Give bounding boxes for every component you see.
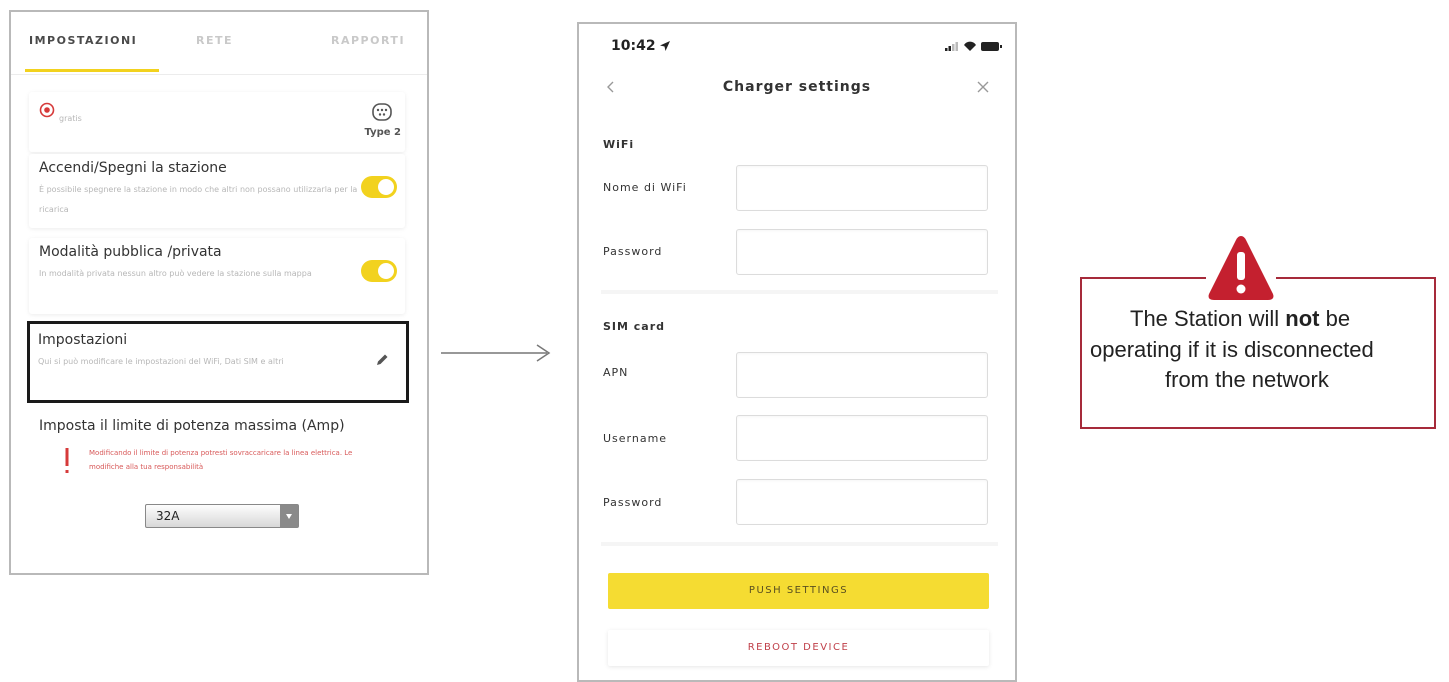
close-icon[interactable] — [976, 80, 990, 94]
tab-rete[interactable]: RETE — [196, 34, 233, 47]
station-toggle-card: Accendi/Spegni la stazione È possibile s… — [29, 154, 405, 228]
public-private-description: In modalità privata nessun altro può ved… — [39, 269, 312, 278]
public-private-card: Modalità pubblica /privata In modalità p… — [29, 238, 405, 314]
select-arrow-icon — [280, 505, 298, 527]
connector-type-label: Type 2 — [364, 127, 401, 138]
section-divider — [601, 290, 998, 294]
amp-select[interactable]: 32A — [145, 504, 299, 528]
screen-title: Charger settings — [722, 79, 872, 95]
station-toggle-description: È possibile spegnere la stazione in modo… — [39, 185, 358, 214]
connector-status-icon — [39, 102, 55, 118]
power-limit-section: Imposta il limite di potenza massima (Am… — [29, 408, 405, 548]
username-input[interactable] — [736, 415, 988, 461]
status-icons — [945, 41, 1002, 51]
sim-section-title: SIM card — [603, 320, 666, 333]
sim-password-label: Password — [603, 496, 663, 509]
warning-triangle-icon — [1206, 236, 1276, 300]
sim-password-input[interactable] — [736, 479, 988, 525]
status-time: 10:42 — [611, 38, 656, 54]
charger-settings-screen: 10:42 Charger settings WiFi Nome di WiFi… — [577, 22, 1017, 682]
wifi-password-input[interactable] — [736, 229, 988, 275]
wifi-name-label: Nome di WiFi — [603, 181, 687, 194]
settings-item[interactable]: Impostazioni Qui si può modificare le im… — [27, 321, 409, 403]
power-limit-warning: Modificando il limite di potenza potrest… — [89, 449, 353, 471]
wifi-password-label: Password — [603, 245, 663, 258]
username-label: Username — [603, 432, 668, 445]
location-arrow-icon — [660, 41, 670, 51]
public-private-title: Modalità pubblica /privata — [39, 244, 222, 260]
station-toggle-switch[interactable] — [361, 176, 397, 198]
active-tab-indicator — [25, 69, 159, 72]
apn-label: APN — [603, 366, 629, 379]
tab-impostazioni[interactable]: IMPOSTAZIONI — [29, 34, 137, 47]
exclamation-icon — [65, 448, 69, 473]
wifi-name-input[interactable] — [736, 165, 988, 211]
connector-card: gratis Type 2 — [29, 92, 405, 152]
pencil-icon — [377, 354, 388, 365]
tab-rapporti[interactable]: RAPPORTI — [331, 34, 405, 47]
tab-bar: IMPOSTAZIONI RETE RAPPORTI — [11, 12, 427, 75]
app-settings-screen: IMPOSTAZIONI RETE RAPPORTI gratis Type 2… — [9, 10, 429, 575]
station-toggle-title: Accendi/Spegni la stazione — [39, 160, 227, 176]
right-arrow-icon — [441, 344, 551, 362]
power-limit-title: Imposta il limite di potenza massima (Am… — [39, 418, 345, 434]
amp-select-value: 32A — [156, 509, 180, 523]
settings-item-description: Qui si può modificare le impostazioni de… — [38, 357, 284, 366]
apn-input[interactable] — [736, 352, 988, 398]
type2-connector-icon — [372, 103, 392, 121]
warning-line-2: operating if it is disconnected — [1090, 337, 1374, 362]
public-private-toggle[interactable] — [361, 260, 397, 282]
settings-item-title: Impostazioni — [38, 332, 128, 348]
wifi-section-title: WiFi — [603, 138, 635, 151]
connector-status-text: gratis — [59, 114, 82, 123]
warning-line-1: The Station will not be — [1130, 306, 1351, 331]
push-settings-button[interactable]: PUSH SETTINGS — [608, 573, 989, 609]
reboot-device-button[interactable]: REBOOT DEVICE — [608, 630, 989, 666]
section-divider — [601, 542, 998, 546]
warning-line-3: from the network — [1165, 367, 1329, 392]
